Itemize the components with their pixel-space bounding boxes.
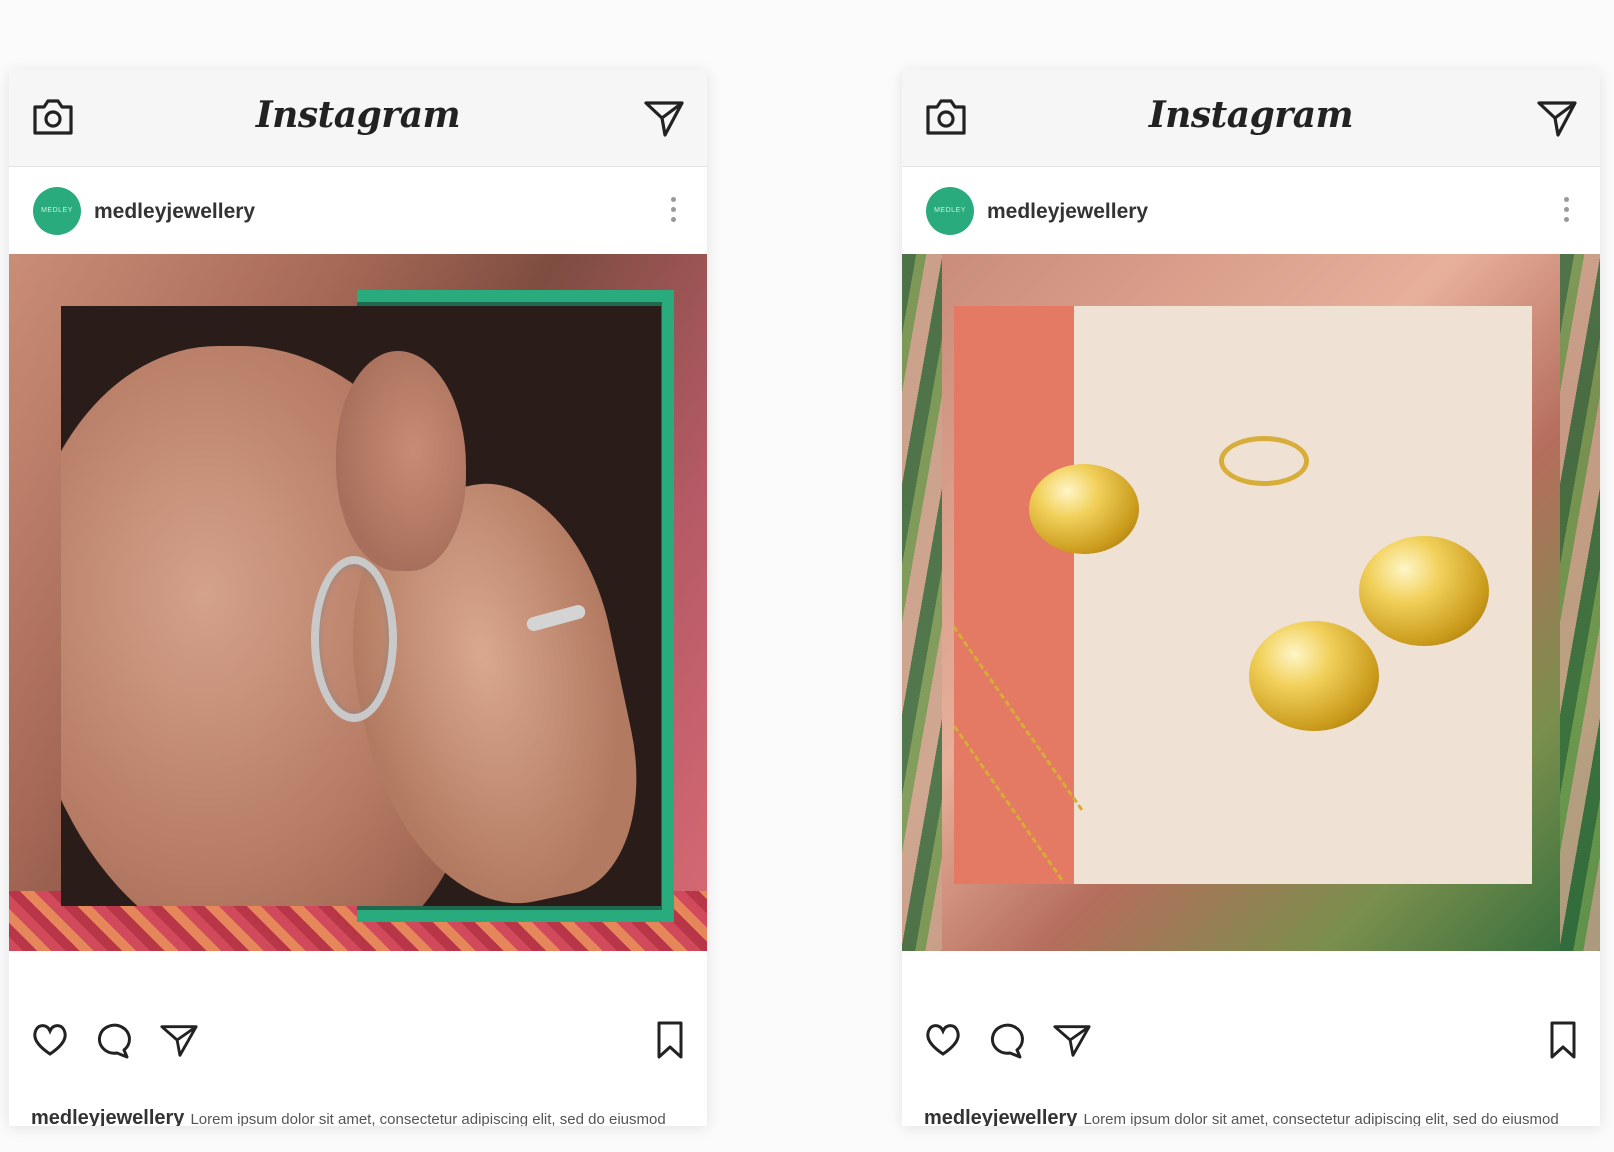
post-image[interactable] xyxy=(902,254,1600,951)
send-icon[interactable] xyxy=(643,98,685,138)
post-image[interactable] xyxy=(9,254,707,951)
open-ring xyxy=(1219,436,1309,486)
post-header: MEDLEY medleyjewellery xyxy=(9,167,707,253)
app-logo: Instagram xyxy=(255,94,461,136)
share-icon[interactable] xyxy=(1052,1020,1092,1060)
more-icon[interactable] xyxy=(669,197,677,225)
comment-icon[interactable] xyxy=(986,1020,1024,1060)
heart-icon[interactable] xyxy=(31,1020,69,1060)
post-username[interactable]: medleyjewellery xyxy=(94,200,255,224)
post-caption: medleyjewellery Lorem ipsum dolor sit ame… xyxy=(924,1107,1574,1126)
gold-hoop-earring xyxy=(1359,536,1489,646)
heart-icon[interactable] xyxy=(924,1020,962,1060)
post-username[interactable]: medleyjewellery xyxy=(987,200,1148,224)
more-icon[interactable] xyxy=(1562,197,1570,225)
post-header: MEDLEY medleyjewellery xyxy=(902,167,1600,253)
share-icon[interactable] xyxy=(159,1020,199,1060)
post-caption: medleyjewellery Lorem ipsum dolor sit ame… xyxy=(31,1107,681,1126)
caption-username[interactable]: medleyjewellery xyxy=(924,1107,1077,1126)
bookmark-icon[interactable] xyxy=(1548,1020,1578,1060)
jewellery-photo xyxy=(954,306,1532,884)
app-header: Instagram xyxy=(9,70,707,167)
instagram-post-mockup: Instagram MEDLEY medleyjewellery medleyj… xyxy=(902,70,1600,1126)
post-actions xyxy=(9,1020,707,1070)
app-logo: Instagram xyxy=(1148,94,1354,136)
ear-photo xyxy=(61,306,661,906)
caption-username[interactable]: medleyjewellery xyxy=(31,1107,184,1126)
app-header: Instagram xyxy=(902,70,1600,167)
instagram-post-mockup: Instagram MEDLEY medleyjewellery medleyj… xyxy=(9,70,707,1126)
avatar[interactable]: MEDLEY xyxy=(33,187,81,235)
comment-icon[interactable] xyxy=(93,1020,131,1060)
hoop-earring xyxy=(311,556,397,722)
gold-hoop-earring xyxy=(1249,621,1379,731)
post-actions xyxy=(902,1020,1600,1070)
bookmark-icon[interactable] xyxy=(655,1020,685,1060)
gold-ring xyxy=(1029,464,1139,554)
send-icon[interactable] xyxy=(1536,98,1578,138)
avatar[interactable]: MEDLEY xyxy=(926,187,974,235)
